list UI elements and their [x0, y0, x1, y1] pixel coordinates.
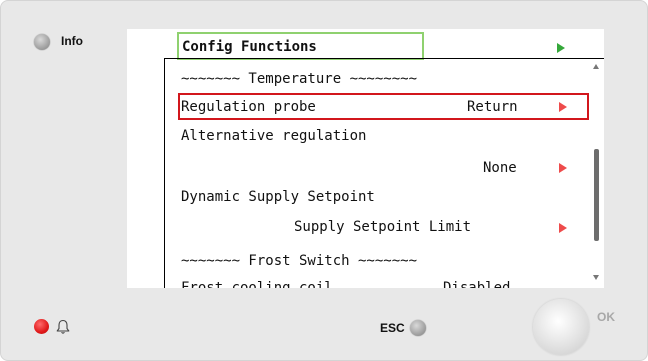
frost-cooling-coil-value[interactable]: Disabled	[443, 279, 510, 288]
info-label: Info	[61, 34, 83, 48]
frost-cooling-coil-label[interactable]: Frost cooling coil	[181, 279, 333, 288]
header-divider	[164, 58, 604, 59]
alternative-regulation-arrow-icon[interactable]	[559, 163, 567, 173]
alternative-regulation-label[interactable]: Alternative regulation	[181, 127, 366, 145]
dynamic-supply-setpoint-arrow-icon[interactable]	[559, 223, 567, 233]
esc-button[interactable]	[410, 320, 426, 336]
scroll-down-icon[interactable]	[593, 275, 599, 280]
display-screen: Config Functions ~~~~~~~ Temperature ~~~…	[127, 29, 604, 288]
regulation-probe-value[interactable]: Return	[467, 98, 518, 116]
page-title: Config Functions	[182, 39, 317, 55]
ok-button[interactable]	[533, 299, 589, 355]
left-gutter-line	[164, 58, 165, 288]
title-arrow-icon[interactable]	[557, 43, 565, 53]
bell-icon[interactable]	[56, 319, 70, 335]
dynamic-supply-setpoint-value[interactable]: Supply Setpoint Limit	[294, 218, 471, 236]
alarm-led	[34, 319, 49, 334]
regulation-probe-label[interactable]: Regulation probe	[181, 98, 316, 116]
section-header-temperature: ~~~~~~~ Temperature ~~~~~~~~	[181, 71, 418, 87]
info-led	[34, 34, 50, 50]
section-header-frost-switch: ~~~~~~~ Frost Switch ~~~~~~~	[181, 253, 418, 269]
dynamic-supply-setpoint-label[interactable]: Dynamic Supply Setpoint	[181, 188, 375, 206]
ok-label: OK	[597, 310, 615, 324]
regulation-probe-arrow-icon[interactable]	[559, 102, 567, 112]
scroll-up-icon[interactable]	[593, 64, 599, 69]
esc-label: ESC	[380, 321, 405, 335]
controller-panel: Info Config Functions ~~~~~~~ Temperatur…	[0, 0, 648, 361]
alternative-regulation-value[interactable]: None	[483, 159, 517, 177]
scrollbar-thumb[interactable]	[594, 149, 599, 241]
